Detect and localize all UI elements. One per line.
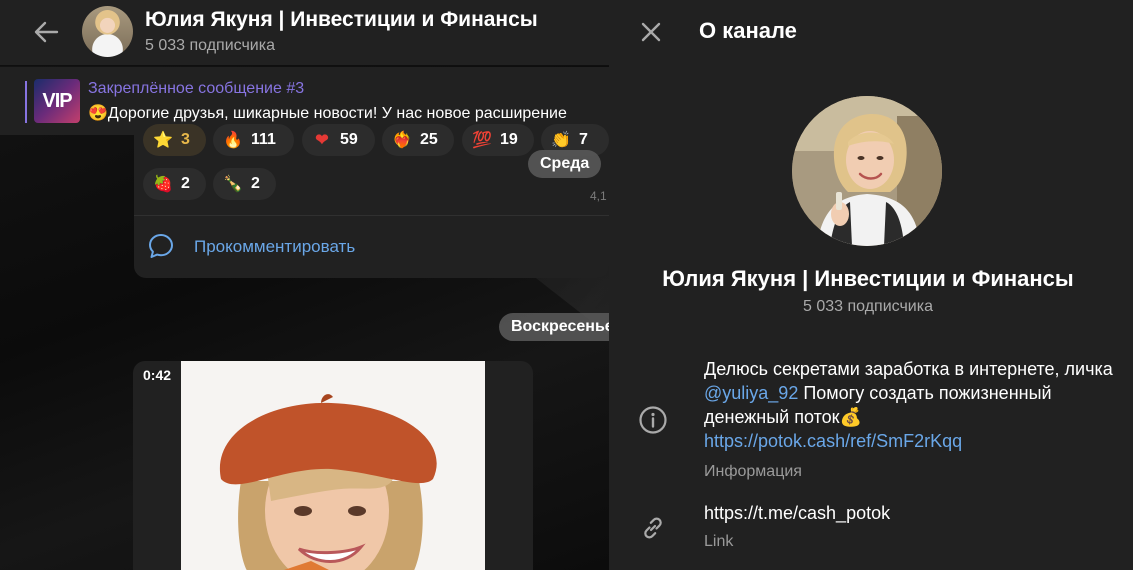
link-icon <box>644 517 662 539</box>
reaction-heart-on-fire[interactable]: ❤‍🔥 25 <box>382 124 454 156</box>
channel-name: Юлия Якуня | Инвестиции и Финансы <box>662 266 1074 291</box>
panel-title: О канале <box>699 18 797 43</box>
reaction-hundred[interactable]: 💯 19 <box>462 124 534 156</box>
channel-avatar[interactable] <box>82 6 133 57</box>
reaction-count: 111 <box>251 131 276 148</box>
reaction-count: 19 <box>500 131 518 148</box>
info-icon-wrapper <box>637 404 669 436</box>
video-duration: 0:42 <box>143 367 172 383</box>
woman-portrait-photo <box>792 96 942 246</box>
channel-info-panel: О канале Юлия Якуня | Инвестиции и Финан… <box>609 0 1133 570</box>
date-separator-wednesday: Среда <box>528 150 602 178</box>
hundred-icon: 💯 <box>472 132 492 149</box>
back-arrow-icon <box>34 21 59 43</box>
chat-area: Юлия Якуня | Инвестиции и Финансы 5 033 … <box>0 0 609 570</box>
reaction-fire[interactable]: 🔥 111 <box>213 124 294 156</box>
link-icon-wrapper <box>637 512 669 544</box>
description-text: Делюсь секретами заработка в интернете, … <box>704 359 1113 379</box>
reaction-champagne[interactable]: 🍾 2 <box>213 168 276 200</box>
reaction-star[interactable]: ⭐ 3 <box>143 124 206 156</box>
channel-description[interactable]: Делюсь секретами заработка в интернете, … <box>704 357 1124 453</box>
strawberry-icon: 🍓 <box>153 176 173 193</box>
pinned-title: Закреплённое сообщение #3 <box>88 80 305 97</box>
woman-in-beret-photo <box>181 361 485 570</box>
video-preview[interactable] <box>181 361 485 570</box>
pinned-thumbnail: VIP <box>34 79 80 123</box>
reaction-count: 25 <box>420 131 438 148</box>
description-caption: Информация <box>704 463 802 480</box>
reaction-count: 2 <box>181 175 190 192</box>
champagne-icon: 🍾 <box>223 176 243 193</box>
date-separator-sunday: Воскресенье <box>499 313 609 341</box>
link-caption: Link <box>704 533 734 550</box>
back-button[interactable] <box>26 14 66 50</box>
reaction-count: 2 <box>251 175 260 192</box>
reaction-strawberry[interactable]: 🍓 2 <box>143 168 206 200</box>
reaction-heart[interactable]: ❤ 59 <box>302 124 375 156</box>
pinned-thumbnail-text: VIP <box>42 89 72 112</box>
referral-link[interactable]: https://potok.cash/ref/SmF2rKqq <box>704 431 962 451</box>
reaction-count: 3 <box>181 131 190 148</box>
info-icon <box>639 406 667 434</box>
star-icon: ⭐ <box>153 132 173 149</box>
channel-link[interactable]: https://t.me/cash_potok <box>704 503 890 524</box>
chat-header[interactable]: Юлия Якуня | Инвестиции и Финансы 5 033 … <box>0 0 609 66</box>
mention-link[interactable]: @yuliya_92 <box>704 383 798 403</box>
view-count: 4,1 <box>590 189 607 203</box>
heart-on-fire-icon: ❤‍🔥 <box>392 132 412 149</box>
clap-icon: 👏 <box>551 132 571 149</box>
reaction-count: 59 <box>340 131 358 148</box>
fire-icon: 🔥 <box>223 132 243 149</box>
pinned-indicator <box>25 81 27 123</box>
close-icon <box>641 22 661 42</box>
channel-subscribers: 5 033 подписчика <box>145 37 275 54</box>
heart-icon: ❤ <box>315 132 329 149</box>
channel-avatar-large[interactable] <box>792 96 942 246</box>
pinned-text: 😍Дорогие друзья, шикарные новости! У нас… <box>88 105 567 122</box>
divider <box>134 215 609 216</box>
channel-title[interactable]: Юлия Якуня | Инвестиции и Финансы <box>145 8 538 32</box>
comment-icon <box>149 234 173 258</box>
comment-label: Прокомментировать <box>194 237 356 256</box>
reaction-count: 7 <box>579 131 588 148</box>
comment-button[interactable]: Прокомментировать <box>134 222 609 270</box>
close-button[interactable] <box>637 18 665 46</box>
channel-subscribers-count: 5 033 подписчика <box>803 298 933 315</box>
